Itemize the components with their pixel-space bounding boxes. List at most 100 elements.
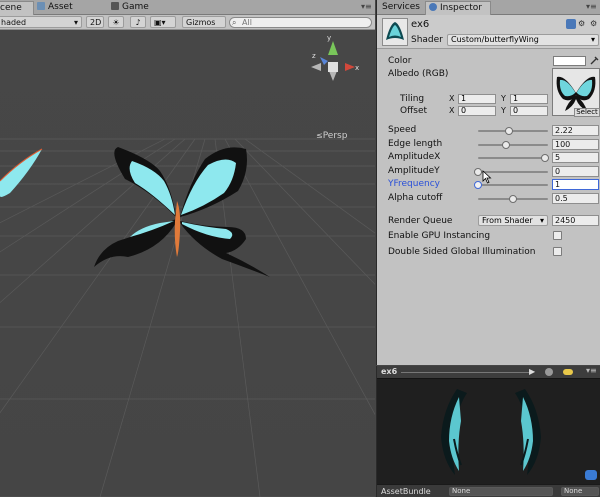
double-sided-gi-checkbox[interactable]	[553, 247, 562, 256]
tag-icon[interactable]	[585, 470, 597, 480]
slider-track[interactable]	[478, 184, 548, 186]
gpu-instancing-checkbox[interactable]	[553, 231, 562, 240]
inspector-menu-icon[interactable]: ▾≡	[586, 1, 597, 12]
gizmos-dropdown[interactable]: Gizmos ▾	[182, 16, 226, 38]
slider-value-field[interactable]: 2.22	[552, 125, 599, 136]
select-texture-button[interactable]: Select	[574, 108, 600, 117]
chevron-down-icon: ▾	[73, 18, 78, 27]
color-swatch[interactable]	[553, 56, 586, 66]
panel-menu-icon[interactable]: ▾≡	[361, 1, 372, 12]
preview-render	[377, 379, 600, 484]
shader-dropdown[interactable]: Custom/butterflyWing ▾	[447, 34, 599, 46]
tab-services-label: Services	[382, 2, 420, 12]
slider-value-field[interactable]: 100	[552, 139, 599, 150]
offset-y-field[interactable]: 0	[510, 106, 548, 116]
slider-value-field[interactable]: 0	[552, 166, 599, 177]
search-field[interactable]: ⌕	[229, 17, 372, 28]
assetbundle-dropdown[interactable]: None	[449, 487, 553, 496]
tab-services[interactable]: Services	[379, 1, 423, 15]
shading-mode-dropdown[interactable]: haded ▾	[0, 16, 82, 28]
offset-y-axis-label: Y	[501, 106, 506, 115]
tab-scene[interactable]: cene	[0, 1, 34, 15]
slider-label: Speed	[388, 125, 417, 135]
material-icon	[382, 18, 408, 46]
tab-asset-store[interactable]: Asset Store	[34, 1, 96, 25]
viewport-canvas: y x z	[0, 31, 375, 497]
assetbundle-value: None	[452, 487, 471, 495]
tiling-label: Tiling	[400, 94, 425, 104]
material-header: ex6 Shader Custom/butterflyWing ▾ ⚙ ⚙	[377, 15, 600, 49]
svg-text:x: x	[355, 64, 359, 72]
preview-menu-icon[interactable]: ▾≡	[586, 366, 597, 375]
assetbundle-bar: AssetBundle None None	[377, 484, 600, 497]
slider-track[interactable]	[478, 144, 548, 146]
offset-label: Offset	[400, 106, 428, 116]
slider-label: AmplitudeX	[388, 152, 441, 162]
slider-thumb[interactable]	[540, 154, 549, 162]
scene-tab-bar: cene Asset Store Game ▾≡	[0, 0, 375, 25]
play-icon[interactable]: ▶	[529, 367, 535, 376]
assetbundle-variant-value: None	[564, 487, 583, 495]
toggle-2d-label: 2D	[90, 18, 102, 27]
render-queue-label: Render Queue	[388, 216, 453, 226]
preview-light-icon[interactable]	[563, 369, 573, 375]
render-queue-dropdown[interactable]: From Shader ▾	[478, 215, 548, 226]
slider-track[interactable]	[478, 130, 548, 132]
color-label: Color	[388, 56, 412, 66]
preview-divider	[401, 372, 529, 373]
slider-thumb[interactable]	[474, 181, 482, 189]
scene-toolbar: haded ▾ 2D ☀ ♪ ▣▾ Gizmos ▾ ⌕	[0, 15, 375, 38]
preview-title: ex6	[381, 367, 398, 376]
slider-thumb[interactable]	[504, 127, 513, 135]
slider-thumb[interactable]	[502, 141, 510, 149]
slider-thumb[interactable]	[509, 195, 517, 203]
assetbundle-label: AssetBundle	[381, 487, 431, 496]
effects-dropdown-icon[interactable]: ▣▾	[150, 16, 176, 28]
slider-value-field[interactable]: 0.5	[552, 193, 599, 204]
tab-scene-label: cene	[0, 3, 22, 13]
select-label: Select	[576, 108, 598, 116]
search-input[interactable]	[242, 18, 352, 27]
lighting-toggle-icon[interactable]: ☀	[108, 16, 124, 28]
preview-shape-icon[interactable]	[545, 368, 553, 376]
settings-icon[interactable]: ⚙	[578, 19, 588, 29]
toggle-2d-button[interactable]: 2D	[86, 16, 104, 28]
albedo-label: Albedo (RGB)	[388, 69, 449, 79]
slider-value-field[interactable]: 5	[552, 152, 599, 163]
assetbundle-variant-dropdown[interactable]: None	[561, 487, 599, 496]
tab-inspector[interactable]: Inspector	[425, 1, 491, 15]
render-queue-mode: From Shader	[482, 216, 533, 225]
tiling-x-axis-label: X	[449, 94, 455, 103]
eyedropper-icon[interactable]	[589, 55, 600, 66]
scene-viewport[interactable]: y x z ≤Persp	[0, 31, 375, 497]
slider-thumb[interactable]	[474, 168, 482, 176]
double-sided-gi-label: Double Sided Global Illumination	[388, 247, 536, 257]
game-icon	[111, 2, 119, 10]
inspector-panel: Services Inspector ▾≡ ex6 Shader Custom/…	[376, 0, 600, 365]
tab-game[interactable]: Game	[108, 1, 152, 15]
mouse-cursor-icon	[482, 170, 492, 184]
slider-label: YFrequency	[388, 179, 440, 189]
preview-toolbar: ex6 ▶ ▾≡	[377, 366, 600, 379]
svg-text:y: y	[327, 34, 331, 42]
slider-value-field[interactable]: 1	[552, 179, 599, 190]
slider-track[interactable]	[478, 157, 548, 159]
tiling-y-axis-label: Y	[501, 94, 506, 103]
help-icon[interactable]	[566, 19, 576, 29]
asset-store-icon	[37, 2, 45, 10]
audio-toggle-icon[interactable]: ♪	[130, 16, 146, 28]
offset-x-field[interactable]: 0	[458, 106, 496, 116]
material-name: ex6	[411, 19, 430, 30]
material-preview-panel: ex6 ▶ ▾≡ AssetBundle None None	[376, 366, 600, 497]
render-queue-value-field[interactable]: 2450	[552, 215, 599, 226]
gear-icon[interactable]: ⚙	[590, 19, 600, 29]
tab-inspector-label: Inspector	[440, 3, 482, 13]
shader-label: Shader	[411, 35, 443, 45]
tiling-x-field[interactable]: 1	[458, 94, 496, 104]
persp-icon: ≤	[316, 131, 323, 140]
offset-x-axis-label: X	[449, 106, 455, 115]
chevron-down-icon: ▾	[539, 216, 544, 225]
tiling-y-field[interactable]: 1	[510, 94, 548, 104]
persp-label[interactable]: ≤Persp	[316, 131, 347, 141]
chevron-down-icon: ▾	[590, 35, 595, 44]
